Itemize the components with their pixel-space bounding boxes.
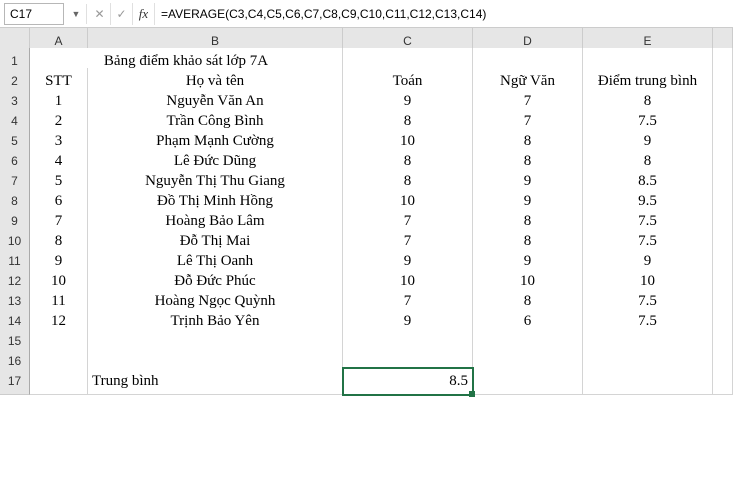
formula-bar: C17 ▼ ✕ ✓ fx =AVERAGE(C3,C4,C5,C6,C7,C8,… (0, 0, 733, 28)
cell-A17[interactable] (30, 368, 88, 395)
formula-text: =AVERAGE(C3,C4,C5,C6,C7,C8,C9,C10,C11,C1… (161, 7, 486, 21)
name-box-dropdown-icon[interactable]: ▼ (68, 9, 84, 19)
spreadsheet-grid[interactable]: ABCDE1Bảng điểm khảo sát lớp 7A2STTHọ và… (0, 28, 733, 388)
formula-input[interactable]: =AVERAGE(C3,C4,C5,C6,C7,C8,C9,C10,C11,C1… (155, 3, 733, 25)
cell-F17[interactable] (713, 368, 733, 395)
check-icon[interactable]: ✓ (111, 3, 133, 25)
name-box[interactable]: C17 (4, 3, 64, 25)
cell-D17[interactable] (473, 368, 583, 395)
cell-C17[interactable]: 8.5 (343, 368, 473, 395)
row-header-17[interactable]: 17 (0, 368, 30, 395)
cell-E17[interactable] (583, 368, 713, 395)
fx-icon[interactable]: fx (133, 3, 155, 25)
separator (86, 4, 87, 24)
name-box-value: C17 (10, 7, 32, 21)
footer-label[interactable]: Trung bình (88, 368, 343, 395)
cancel-icon[interactable]: ✕ (89, 3, 111, 25)
